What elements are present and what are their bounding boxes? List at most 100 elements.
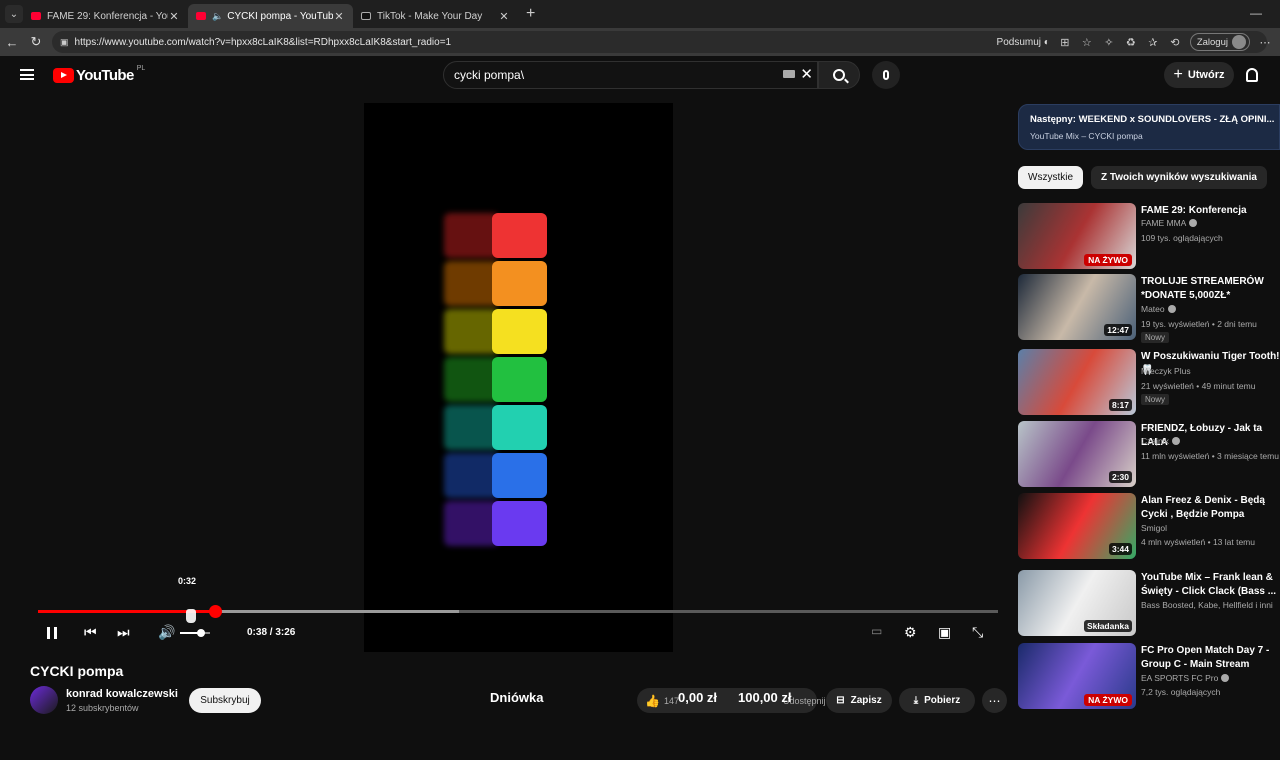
- channel-name[interactable]: konrad kowalczewski: [66, 688, 178, 700]
- recommendation-title[interactable]: FC Pro Open Match Day 7 - Group C - Main…: [1141, 644, 1280, 672]
- keyboard-icon[interactable]: [783, 70, 795, 78]
- minimize-icon[interactable]: —: [1250, 6, 1262, 20]
- login-label: Zaloguj: [1196, 36, 1228, 48]
- filter-chips: Wszystkie Z Twoich wyników wyszukiwania: [1018, 166, 1267, 189]
- recommendation-title[interactable]: TROLUJE STREAMERÓW *DONATE 5,000ZŁ*: [1141, 275, 1280, 303]
- recommendation-title[interactable]: YouTube Mix – Frank lean & Święty - Clic…: [1141, 571, 1280, 599]
- recommendation-item[interactable]: NA ŻYWO FC Pro Open Match Day 7 - Group C…: [1018, 643, 1280, 709]
- fullscreen-icon[interactable]: ⤡: [972, 624, 983, 641]
- channel-label: EA SPORTS FC Pro: [1141, 673, 1219, 683]
- recommendation-title[interactable]: Alan Freez & Denix - Będą Cycki , Będzie…: [1141, 494, 1280, 522]
- video-frame[interactable]: [364, 103, 673, 652]
- extensions-icon[interactable]: ✧: [1102, 36, 1116, 49]
- youtube-favicon-icon: [196, 12, 206, 20]
- logo-text: YouTube: [76, 67, 134, 84]
- youtube-header: YouTube PL cycki pompa\ ✕ + Utwórz: [0, 56, 1280, 96]
- search-button[interactable]: [818, 61, 860, 89]
- theater-mode-icon[interactable]: ▣: [938, 624, 951, 641]
- more-menu-icon[interactable]: ⋯: [1258, 36, 1272, 49]
- channel-label: FAME MMA: [1141, 218, 1187, 228]
- app-available-icon[interactable]: ⊞: [1058, 36, 1072, 49]
- voice-search-button[interactable]: [872, 61, 900, 89]
- tab-title: TikTok - Make Your Day: [377, 10, 483, 22]
- channel-label: Czajnik: [1141, 436, 1169, 446]
- recommendation-channel[interactable]: Bass Boosted, Kabe, Hellfield i inni: [1141, 600, 1273, 610]
- recommendation-meta: 19 tys. wyświetleń • 2 dni temu: [1141, 319, 1257, 329]
- subscribe-button[interactable]: Subskrybuj: [189, 688, 261, 713]
- create-label: Utwórz: [1187, 69, 1225, 81]
- refresh-icon[interactable]: ↻: [24, 34, 48, 50]
- summarize-button[interactable]: Podsumuj ◐: [997, 37, 1050, 48]
- recommendation-item[interactable]: 12:47 TROLUJE STREAMERÓW *DONATE 5,000ZŁ*…: [1018, 274, 1280, 343]
- new-tab-icon[interactable]: +: [526, 5, 535, 23]
- youtube-logo[interactable]: YouTube PL: [53, 65, 145, 84]
- microphone-icon: [883, 70, 889, 80]
- next-icon[interactable]: ⏭: [117, 624, 130, 641]
- close-tab-icon[interactable]: ✕: [498, 10, 510, 23]
- search-icon: [833, 69, 845, 81]
- create-button[interactable]: + Utwórz: [1164, 62, 1234, 88]
- browser-tab-1[interactable]: 🔈 CYCKI pompa - YouTube ✕: [188, 4, 353, 28]
- close-tab-icon[interactable]: ✕: [333, 10, 345, 23]
- video-player[interactable]: 0:32 ⏮ ⏭ 🔊 0:38 / 3:26 ▭ ⚙ ▣ ⤡: [0, 96, 1004, 656]
- settings-gear-icon[interactable]: ⚙: [904, 624, 917, 641]
- video-thumbnail[interactable]: 2:30: [1018, 421, 1136, 487]
- recommendation-meta: 109 tys. oglądających: [1141, 233, 1223, 243]
- profile-button[interactable]: Zaloguj: [1189, 33, 1250, 51]
- video-thumbnail[interactable]: Składanka: [1018, 570, 1136, 636]
- recommendation-meta: 4 mln wyświetleń • 13 lat temu: [1141, 537, 1255, 547]
- video-thumbnail[interactable]: NA ŻYWO: [1018, 643, 1136, 709]
- clear-search-icon[interactable]: ✕: [800, 65, 813, 83]
- site-info-icon[interactable]: ▣: [60, 37, 69, 48]
- video-thumbnail[interactable]: 8:17: [1018, 349, 1136, 415]
- history-icon[interactable]: ⟲: [1168, 36, 1182, 49]
- hover-time-tooltip: 0:32: [178, 576, 197, 586]
- address-bar: ← ↻ ▣ https://www.youtube.com/watch?v=hp…: [0, 28, 1280, 56]
- recommendation-channel[interactable]: Czajnik: [1141, 436, 1180, 446]
- progress-scrubber[interactable]: [208, 605, 222, 618]
- video-thumbnail[interactable]: 3:44: [1018, 493, 1136, 559]
- download-button[interactable]: ⤓ Pobierz: [899, 688, 975, 713]
- recommendation-channel[interactable]: Mieczyk Plus: [1141, 366, 1191, 376]
- volume-knob[interactable]: [197, 629, 205, 637]
- save-button[interactable]: ⊟ Zapisz: [826, 688, 892, 713]
- channel-avatar[interactable]: [30, 686, 58, 714]
- recommendation-item[interactable]: 3:44 Alan Freez & Denix - Będą Cycki , Bę…: [1018, 493, 1280, 559]
- browser-tab-2[interactable]: TikTok - Make Your Day ✕: [353, 4, 518, 28]
- search-input[interactable]: cycki pompa\ ✕: [443, 61, 818, 89]
- tab-list-button[interactable]: ⌄: [5, 5, 23, 23]
- volume-icon[interactable]: 🔊: [158, 624, 175, 641]
- notifications-bell-icon[interactable]: [1246, 68, 1258, 82]
- recommendation-channel[interactable]: FAME MMA: [1141, 218, 1198, 228]
- browser-tab-0[interactable]: FAME 29: Konferencja - YouTube ✕: [23, 4, 188, 28]
- favorites-icon[interactable]: ✰: [1146, 36, 1160, 49]
- more-actions-icon[interactable]: ⋯: [982, 688, 1007, 713]
- recommendation-item[interactable]: Składanka YouTube Mix – Frank lean & Świę…: [1018, 570, 1280, 636]
- recommendation-item[interactable]: 2:30 FRIENDZ, Łobuzy - Jak ta LALA Czajnik…: [1018, 421, 1280, 487]
- recommendation-title[interactable]: FAME 29: Konferencja: [1141, 204, 1280, 218]
- recommendation-channel[interactable]: EA SPORTS FC Pro: [1141, 673, 1230, 683]
- volume-slider[interactable]: [180, 629, 210, 637]
- browser-essentials-icon[interactable]: ♻: [1124, 36, 1138, 49]
- recommendation-channel[interactable]: Mateo: [1141, 304, 1176, 314]
- recommendation-item[interactable]: 8:17 W Poszukiwaniu Tiger Tooth! 🦷 Mieczyk…: [1018, 349, 1280, 415]
- recommendation-meta: 21 wyświetleń • 49 minut temu: [1141, 381, 1256, 391]
- recommendation-item[interactable]: NA ŻYWO FAME 29: Konferencja FAME MMA 109 t…: [1018, 203, 1280, 269]
- video-thumbnail[interactable]: 12:47: [1018, 274, 1136, 340]
- favorite-star-icon[interactable]: ☆: [1080, 36, 1094, 49]
- download-icon: ⤓: [913, 695, 919, 706]
- back-icon[interactable]: ←: [0, 35, 24, 50]
- previous-icon[interactable]: ⏮: [84, 624, 97, 641]
- chip-all[interactable]: Wszystkie: [1018, 166, 1083, 189]
- close-tab-icon[interactable]: ✕: [168, 10, 180, 23]
- video-thumbnail[interactable]: NA ŻYWO: [1018, 203, 1136, 269]
- duration-badge: 8:17: [1108, 399, 1132, 411]
- next-up-card[interactable]: Następny: WEEKEND x SOUNDLOVERS - ZŁĄ OP…: [1018, 104, 1280, 150]
- recommendation-channel[interactable]: Smigol: [1141, 523, 1167, 533]
- progress-bar[interactable]: [38, 605, 998, 618]
- speaker-icon[interactable]: 🔈: [212, 11, 223, 22]
- menu-icon[interactable]: [20, 69, 34, 80]
- subtitles-icon[interactable]: ▭: [871, 624, 882, 638]
- chip-from-search[interactable]: Z Twoich wyników wyszukiwania: [1091, 166, 1267, 189]
- pause-icon[interactable]: [47, 627, 57, 639]
